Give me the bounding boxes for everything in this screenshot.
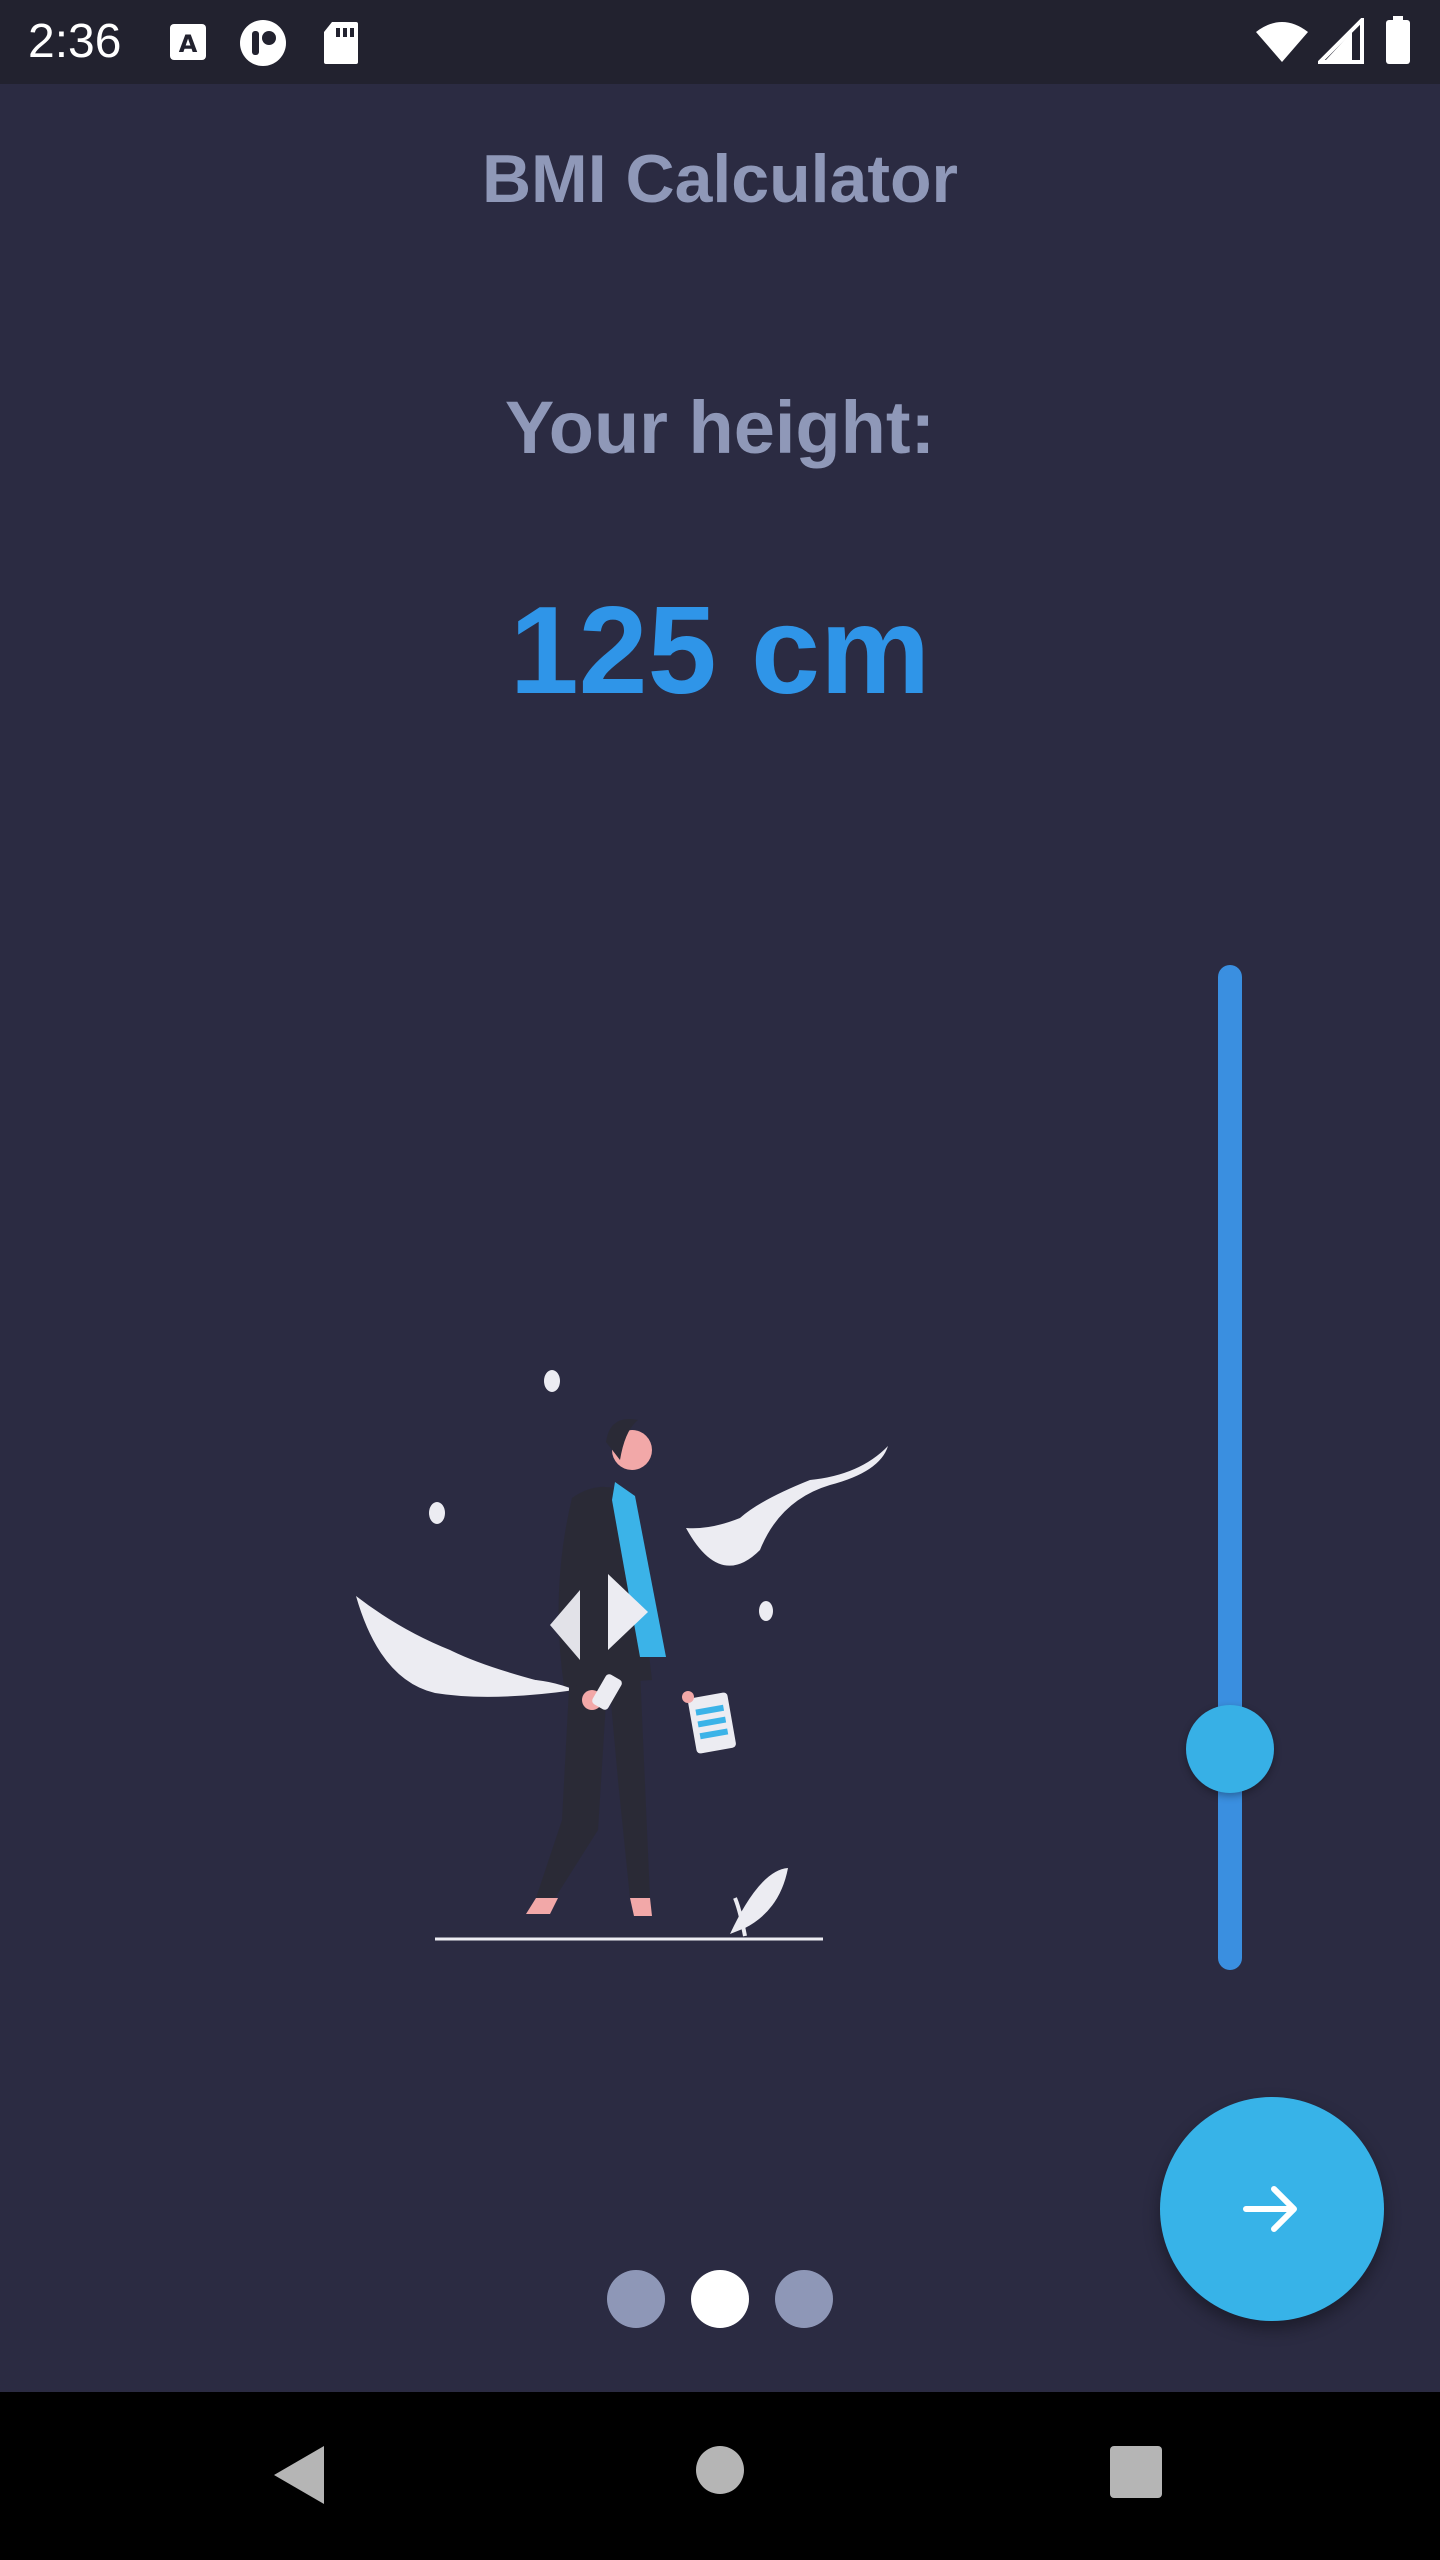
arrow-right-icon — [1243, 2186, 1297, 2232]
page-dot — [691, 2270, 749, 2328]
page-dot — [775, 2270, 833, 2328]
navigation-bar — [0, 2392, 1440, 2560]
page-dot — [607, 2270, 665, 2328]
recents-icon[interactable] — [1108, 2444, 1164, 2500]
svg-text:A: A — [179, 30, 198, 58]
app-icon — [240, 20, 286, 66]
status-time: 2:36 — [28, 15, 122, 68]
home-icon[interactable] — [694, 2444, 746, 2496]
status-bar: 2:36 A — [0, 0, 1440, 84]
slider-track[interactable] — [1218, 965, 1242, 1970]
person-walking-illustration — [356, 1370, 888, 1941]
height-value: 125 cm — [509, 582, 931, 720]
signal-icon — [1318, 18, 1364, 64]
height-label: Your height: — [504, 386, 936, 469]
page-indicator — [0, 2270, 1440, 2330]
height-slider[interactable] — [1180, 965, 1280, 1970]
slider-thumb[interactable] — [1186, 1705, 1274, 1793]
wifi-icon — [1256, 22, 1308, 62]
sd-card-icon — [324, 22, 358, 64]
back-icon[interactable] — [270, 2442, 330, 2508]
battery-icon — [1386, 16, 1410, 64]
a-keyboard-icon: A — [170, 24, 206, 60]
app-title: BMI Calculator — [481, 141, 959, 217]
